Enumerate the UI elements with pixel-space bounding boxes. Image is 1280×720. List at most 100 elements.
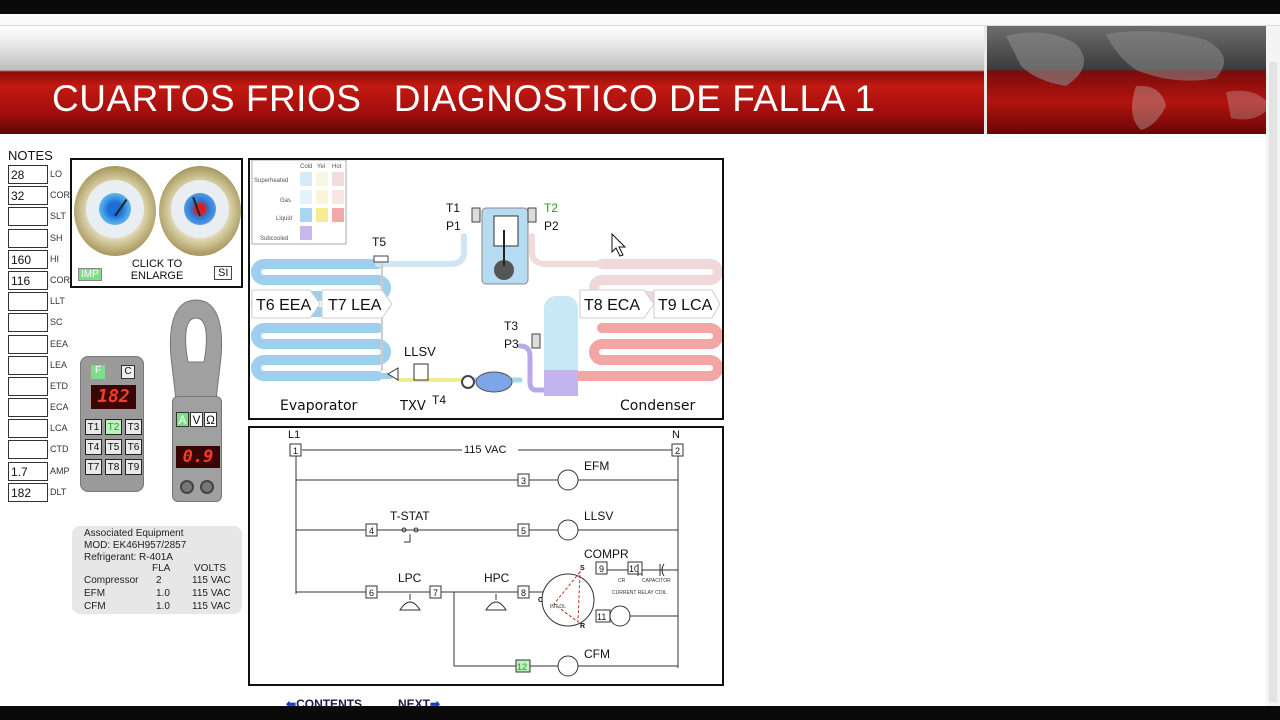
associated-equipment-title: Associated Equipment [84, 528, 184, 539]
fla-header: FLA [152, 563, 171, 574]
relay-coil-label: CURRENT RELAY COIL [612, 590, 667, 596]
scrollbar-thumb[interactable] [1269, 62, 1277, 702]
sensor-button-t7[interactable]: T7 [85, 459, 102, 475]
compr-label: COMPR [584, 547, 629, 561]
note-label: LO [50, 169, 63, 179]
run-terminal: R [580, 623, 585, 630]
note-row: 28 LO [8, 164, 74, 185]
world-map-icon [1006, 31, 1271, 130]
note-value-field[interactable] [8, 376, 48, 396]
refrigerant-type: Refrigerant: R-401A [84, 552, 173, 563]
note-label: LEA [50, 359, 68, 370]
equipment-fla: 1.0 [156, 601, 170, 612]
note-value-field[interactable] [8, 207, 48, 227]
sensor-button-t4[interactable]: T4 [85, 439, 102, 455]
sensor-button-t6[interactable]: T6 [125, 439, 142, 455]
note-label: AMP [50, 465, 70, 476]
note-value-field[interactable]: 116 [8, 270, 48, 290]
node-5: 5 [521, 526, 526, 536]
wiring-diagram[interactable]: L1 N 115 VAC 1 2 3 4 5 6 7 8 9 10 11 12 [248, 426, 724, 686]
high-pressure-gauge[interactable] [159, 166, 241, 256]
notes-title: NOTES [8, 148, 53, 163]
hpc-label: HPC [484, 571, 510, 585]
cr-label: CR [618, 578, 626, 584]
mouse-cursor-icon [611, 232, 627, 257]
note-value-field[interactable] [8, 313, 48, 333]
volts-mode-button[interactable]: V [190, 412, 203, 427]
note-row: SC [8, 312, 74, 333]
amps-mode-button[interactable]: A [176, 412, 189, 427]
legend-col-cold: Cold [300, 164, 312, 170]
sensor-button-t3[interactable]: T3 [125, 419, 142, 435]
start-terminal: S [580, 565, 585, 572]
node-9: 9 [599, 564, 604, 574]
note-value-field[interactable] [8, 292, 48, 312]
note-value-field[interactable] [8, 334, 48, 354]
volts-header: VOLTS [194, 563, 227, 574]
p2-label: P2 [544, 219, 559, 233]
sensor-button-t8[interactable]: T8 [105, 459, 122, 475]
ohms-mode-button[interactable]: Ω [204, 412, 217, 427]
vertical-scrollbar[interactable] [1266, 26, 1280, 706]
note-label: SLT [50, 211, 66, 222]
node-12: 12 [517, 662, 527, 672]
t3-label: T3 [504, 319, 518, 333]
world-map-graphic [986, 26, 1280, 134]
clamp-mode-selector[interactable]: AVΩ [176, 412, 218, 427]
note-row: LLT [8, 291, 74, 312]
probe-jack-right [200, 480, 214, 494]
low-pressure-gauge[interactable] [74, 166, 156, 256]
celsius-button[interactable]: C [121, 365, 135, 379]
note-label: DLT [50, 486, 67, 497]
eea-air-arrow: T6 EEA [256, 297, 311, 314]
sensor-button-t9[interactable]: T9 [125, 459, 142, 475]
note-value-field[interactable]: 32 [8, 186, 48, 206]
txv-label: TXV [399, 399, 426, 414]
note-label: HI [50, 253, 59, 264]
imp-units-button[interactable]: IMP [78, 268, 102, 281]
note-label: SC [50, 317, 63, 328]
note-value-field[interactable] [8, 228, 48, 248]
sensor-button-t2[interactable]: T2 [105, 419, 122, 435]
legend-row-superheated: Superheated [254, 178, 288, 184]
equipment-volts: 115 VAC [192, 575, 231, 586]
thermometer-device: F C 182 T1 T2 T3 T4 T5 T6 T7 T8 T9 [80, 356, 144, 492]
note-label: COR [50, 274, 70, 285]
note-label: SH [50, 232, 63, 243]
note-row: 32 COR [8, 185, 74, 206]
note-label: COR [50, 190, 70, 201]
fahrenheit-button[interactable]: F [91, 365, 105, 379]
equipment-volts: 115 VAC [192, 588, 231, 599]
wiring-schematic: L1 N 115 VAC 1 2 3 4 5 6 7 8 9 10 11 12 [288, 429, 684, 677]
header-banner: CUARTOS FRIOS DIAGNOSTICO DE FALLA 1 [0, 26, 1280, 134]
note-value-field[interactable]: 182 [8, 482, 48, 502]
refrigeration-diagram[interactable]: Cold Yel Hot Superheated Gas Liquid Subc… [248, 158, 724, 420]
sensor-button-t1[interactable]: T1 [85, 419, 102, 435]
note-value-field[interactable] [8, 440, 48, 460]
l1-label: L1 [288, 429, 300, 441]
node-1: 1 [293, 446, 298, 456]
gauges-panel[interactable]: CLICK TO ENLARGE IMP SI [70, 158, 243, 288]
refrigeration-schematic: Cold Yel Hot Superheated Gas Liquid Subc… [251, 159, 723, 414]
note-row: SLT [8, 206, 74, 227]
evaporator-label: Evaporator [280, 398, 358, 414]
llsv-label: LLSV [404, 344, 436, 359]
note-label: EEA [50, 338, 69, 349]
common-terminal: C [538, 597, 543, 604]
n-label: N [672, 429, 680, 441]
browser-address-strip [0, 14, 1280, 26]
enlarge-caption[interactable]: CLICK TO ENLARGE [130, 258, 184, 282]
node-2: 2 [675, 446, 680, 456]
note-value-field[interactable]: 28 [8, 165, 48, 184]
equipment-name: Compressor [84, 575, 139, 586]
note-value-field[interactable]: 160 [8, 249, 48, 269]
sensor-button-t5[interactable]: T5 [105, 439, 122, 455]
note-value-field[interactable]: 1.7 [8, 461, 48, 481]
si-units-button[interactable]: SI [214, 266, 233, 280]
model-number: MOD: EK46H957/2857 [84, 540, 187, 551]
note-row: SH [8, 228, 74, 249]
note-value-field[interactable] [8, 419, 48, 439]
note-value-field[interactable] [8, 355, 48, 375]
note-value-field[interactable] [8, 398, 48, 418]
legend-row-subcooled: Subcooled [260, 236, 288, 242]
